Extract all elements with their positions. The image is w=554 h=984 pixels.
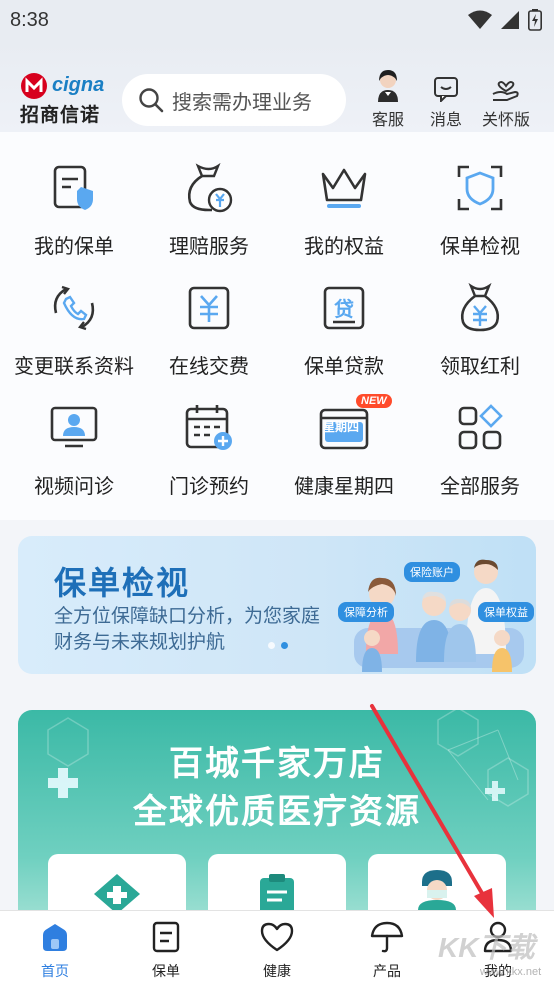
service-label: 保单贷款 <box>304 356 384 378</box>
money-bag-icon <box>187 162 233 213</box>
care-mode-button[interactable]: 关怀版 <box>476 68 536 130</box>
watermark-logo: KK下载 <box>438 932 535 963</box>
message-button[interactable]: 消息 <box>416 68 476 130</box>
care-hand-icon <box>492 81 519 101</box>
service-label: 在线交费 <box>169 356 249 378</box>
banner-tag: 保险账户 <box>404 562 460 582</box>
service-policy-loan[interactable]: 贷 保单贷款 <box>276 278 412 379</box>
banner-title: 保单检视 <box>54 565 191 601</box>
status-bar: 8:38 <box>0 0 554 40</box>
app-header: cigna 招商信诺 搜索需办理业务 客服 消息 关怀版 <box>0 40 554 132</box>
tab-health[interactable]: 健康 <box>237 919 317 981</box>
service-label: 视频问诊 <box>34 476 114 498</box>
service-label: 全部服务 <box>440 476 520 498</box>
banner-tag: 保障分析 <box>338 602 394 622</box>
medical-resources-banner[interactable]: 百城千家万店 全球优质医疗资源 <box>18 710 536 920</box>
search-placeholder: 搜索需办理业务 <box>172 91 312 114</box>
yuan-card-icon <box>188 286 230 330</box>
service-all-services[interactable]: 全部服务 <box>412 398 548 499</box>
thursday-icon-text: 星期四 <box>323 420 360 434</box>
tab-home[interactable]: 首页 <box>15 919 95 981</box>
service-claim-dividend[interactable]: 领取红利 <box>412 278 548 379</box>
service-policy-review[interactable]: 保单检视 <box>412 158 548 259</box>
battery-icon <box>528 9 542 31</box>
service-my-policy[interactable]: 我的保单 <box>6 158 142 259</box>
doctor-icon <box>418 870 456 910</box>
message-label: 消息 <box>429 112 462 129</box>
banner-headline-2: 全球优质医疗资源 <box>133 793 421 831</box>
customer-service-button[interactable]: 客服 <box>358 68 418 130</box>
new-badge: NEW <box>356 394 392 408</box>
tab-label: 健康 <box>263 963 291 979</box>
calendar-plus-icon <box>185 405 232 450</box>
service-label: 我的保单 <box>34 236 114 258</box>
carousel-dot-active <box>281 642 288 649</box>
signal-icon <box>501 11 519 29</box>
banner-headline-1: 百城千家万店 <box>169 745 385 783</box>
all-services-grid-icon <box>458 404 503 450</box>
search-bar[interactable]: 搜索需办理业务 <box>122 74 346 126</box>
umbrella-icon <box>370 921 404 953</box>
policy-shield-icon <box>53 165 93 210</box>
service-online-payment[interactable]: 在线交费 <box>141 278 277 379</box>
service-label: 我的权益 <box>304 236 384 258</box>
service-outpatient-booking[interactable]: 门诊预约 <box>141 398 277 499</box>
brand-logo[interactable]: cigna 招商信诺 <box>20 70 110 126</box>
service-video-consult[interactable]: 视频问诊 <box>6 398 142 499</box>
crown-icon <box>321 168 367 208</box>
heart-icon <box>260 922 294 952</box>
service-label: 保单检视 <box>440 236 520 258</box>
loan-doc-icon: 贷 <box>323 286 365 330</box>
medical-kit-icon <box>94 874 140 912</box>
service-change-contact[interactable]: 变更联系资料 <box>6 278 142 379</box>
logo-chinese-text: 招商信诺 <box>20 105 101 126</box>
home-icon <box>43 924 67 951</box>
banner-tag: 保单权益 <box>478 602 534 622</box>
watermark-url: www.kkx.net <box>480 966 542 978</box>
service-label: 健康星期四 <box>294 476 394 498</box>
clipboard-icon <box>260 874 294 912</box>
carousel-dots <box>268 642 288 649</box>
service-grid: 我的保单 理赔服务 我的权益 保单检视 变更联系资料 在线交费 贷 保单贷款 领… <box>0 132 554 520</box>
tab-policy[interactable]: 保单 <box>126 919 206 981</box>
customer-service-avatar-icon <box>378 70 398 102</box>
service-health-thursday[interactable]: 星期四 NEW 健康星期四 <box>276 394 412 499</box>
tab-label: 产品 <box>373 963 401 979</box>
policy-review-banner[interactable]: 保单检视 全方位保障缺口分析，为您家庭财务与未来规划护航 保险账户 保障分析 保… <box>18 536 536 674</box>
service-my-benefits[interactable]: 我的权益 <box>276 158 412 259</box>
cmb-logo-icon <box>21 73 47 99</box>
policy-doc-icon <box>152 921 180 953</box>
status-icons <box>468 9 542 31</box>
message-icon <box>434 77 458 102</box>
svg-text:贷: 贷 <box>334 297 354 321</box>
scan-shield-icon <box>457 165 503 211</box>
phone-refresh-icon <box>53 285 95 331</box>
service-label: 门诊预约 <box>169 476 249 498</box>
service-claims[interactable]: 理赔服务 <box>141 158 277 259</box>
yuan-bag-icon <box>460 282 500 332</box>
care-mode-label: 关怀版 <box>481 112 530 129</box>
service-label: 领取红利 <box>440 356 520 378</box>
search-icon <box>139 88 164 113</box>
logo-cigna-text: cigna <box>52 74 105 96</box>
carousel-dot <box>268 642 275 649</box>
tab-products[interactable]: 产品 <box>347 919 427 981</box>
service-label: 变更联系资料 <box>14 356 134 378</box>
customer-service-label: 客服 <box>371 112 404 129</box>
status-time: 8:38 <box>10 8 49 31</box>
tab-label: 保单 <box>152 963 180 979</box>
wifi-icon <box>468 10 492 29</box>
video-doctor-icon <box>50 406 98 448</box>
tab-label: 首页 <box>41 963 69 979</box>
service-label: 理赔服务 <box>169 236 249 258</box>
